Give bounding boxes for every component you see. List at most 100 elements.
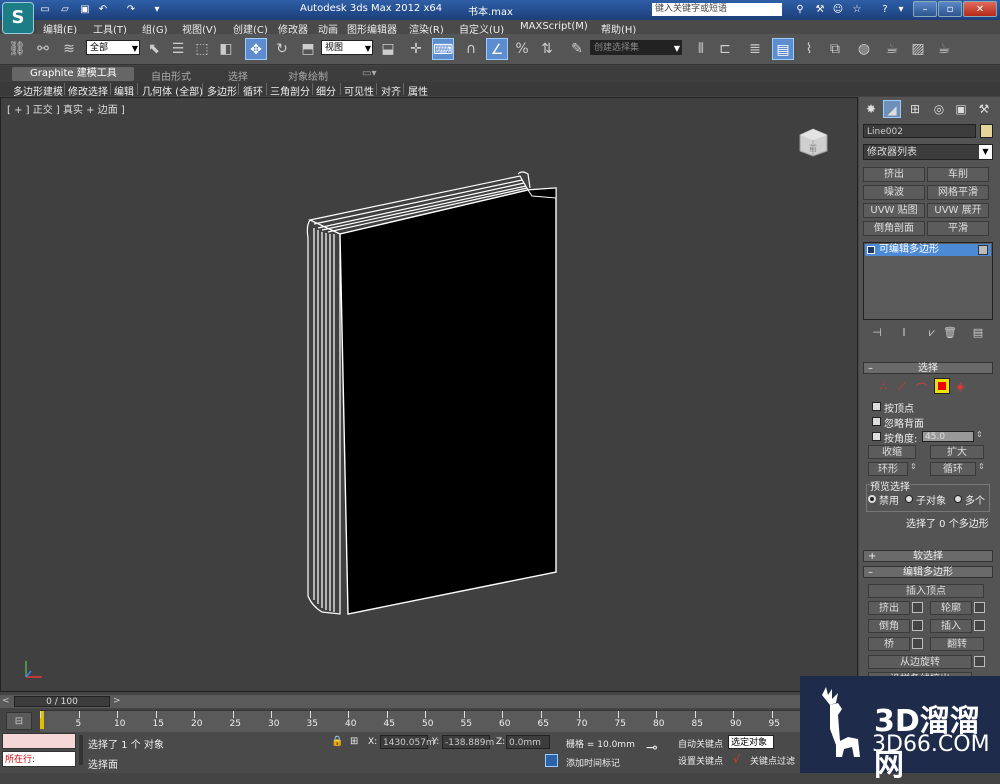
minimize-button[interactable]: – (913, 1, 937, 17)
snaps-toggle-icon[interactable]: ∩ (460, 38, 482, 60)
tab-freeform[interactable]: 自由形式 (151, 68, 191, 83)
ring-button[interactable]: 环形 (868, 462, 908, 476)
vertex-subobject-icon[interactable]: ∴ (880, 380, 887, 393)
preview-multi-radio[interactable] (954, 495, 962, 503)
lathe-modifier-button[interactable]: 车削 (927, 167, 989, 182)
extrude-settings-icon[interactable] (912, 602, 923, 613)
stack-expand-icon[interactable] (867, 246, 875, 254)
rectangle-selection-icon[interactable]: ⬚ (191, 38, 213, 60)
absolute-mode-icon[interactable]: ⊞ (350, 736, 358, 747)
loop-spinner-icon[interactable]: ⇕ (978, 462, 985, 471)
preview-disabled-radio[interactable] (868, 495, 876, 503)
time-slider-thumb[interactable]: 0 / 100 (14, 696, 110, 707)
stack-item-toggle-icon[interactable] (978, 245, 988, 255)
unlink-icon[interactable]: ⚯ (32, 38, 54, 60)
quick-access-dropdown-icon[interactable]: ▾ (150, 3, 164, 16)
show-end-result-icon[interactable]: Ⅰ (896, 326, 912, 340)
select-manipulate-icon[interactable]: ✛ (405, 38, 427, 60)
open-file-icon[interactable]: ▱ (58, 3, 72, 16)
make-unique-icon[interactable]: ⩗ (924, 326, 940, 340)
lock-selection-icon[interactable]: 🔒 (331, 736, 343, 747)
key-filter-icon[interactable]: √ (733, 753, 740, 766)
select-object-icon[interactable]: ⬉ (143, 38, 165, 60)
hinge-settings-icon[interactable] (974, 656, 985, 667)
polygon-subobject-icon[interactable] (934, 378, 950, 394)
key-filters-button[interactable]: 关键点过滤 (750, 754, 795, 767)
y-coordinate-field[interactable]: -138.889m (442, 735, 494, 749)
outline-button[interactable]: 轮廓 (930, 601, 972, 615)
next-frame-icon[interactable]: > (113, 696, 121, 706)
panel-modify-selection[interactable]: 修改选择 (68, 83, 108, 98)
pin-stack-icon[interactable]: ⊣ (869, 326, 885, 340)
link-icon[interactable]: ⛓ (6, 38, 28, 60)
uvw-map-modifier-button[interactable]: UVW 贴图 (863, 203, 925, 218)
ring-spinner-icon[interactable]: ⇕ (910, 462, 917, 471)
panel-loops[interactable]: 循环 (243, 83, 263, 98)
tab-graphite-modeling[interactable]: Graphite 建模工具 (12, 67, 134, 81)
object-color-swatch[interactable] (980, 124, 993, 138)
pivot-center-icon[interactable]: ⬓ (377, 38, 399, 60)
bevel-button[interactable]: 倒角 (868, 619, 910, 633)
inset-settings-icon[interactable] (974, 620, 985, 631)
restore-button[interactable]: ▫ (938, 1, 962, 17)
extrude-button[interactable]: 挤出 (868, 601, 910, 615)
menu-maxscript[interactable]: MAXScript(M) (520, 21, 588, 32)
unwrap-uvw-modifier-button[interactable]: UVW 展开 (927, 203, 989, 218)
flip-button[interactable]: 翻转 (930, 637, 984, 651)
noise-modifier-button[interactable]: 噪波 (863, 185, 925, 200)
ribbon-options-icon[interactable]: ▭▾ (362, 68, 376, 79)
bridge-button[interactable]: 桥 (868, 637, 910, 651)
selection-filter-dropdown[interactable]: 全部 ▼ (86, 40, 140, 55)
select-rotate-icon[interactable]: ↻ (271, 38, 293, 60)
auto-key-button[interactable]: 自动关键点 (678, 737, 723, 750)
hinge-from-edge-button[interactable]: 从边旋转 (868, 655, 972, 669)
object-name-field[interactable]: Line002 (863, 124, 976, 138)
app-logo-icon[interactable]: S (2, 2, 34, 34)
set-key-icon[interactable]: ⊸ (646, 740, 658, 756)
inset-button[interactable]: 插入 (930, 619, 972, 633)
redo-icon[interactable]: ↷ (124, 3, 138, 16)
bevel-profile-modifier-button[interactable]: 倒角剖面 (863, 221, 925, 236)
save-file-icon[interactable]: ▣ (78, 3, 92, 16)
named-selection-dropdown[interactable]: 创建选择集 ▼ (590, 40, 682, 55)
percent-snap-icon[interactable]: % (511, 38, 533, 60)
panel-geometry-all[interactable]: 几何体 (全部) (142, 83, 203, 98)
panel-polygons[interactable]: 多边形 (207, 83, 237, 98)
render-setup-icon[interactable]: ☕ (881, 38, 903, 60)
panel-edit[interactable]: 编辑 (114, 83, 134, 98)
outline-settings-icon[interactable] (974, 602, 985, 613)
edit-polygons-rollout-header[interactable]: – 编辑多边形 (863, 566, 993, 578)
display-tab-icon[interactable]: ▣ (952, 100, 970, 118)
panel-align[interactable]: 对齐 (381, 83, 401, 98)
key-selection-dropdown[interactable]: 选定对象 (728, 735, 774, 749)
maxscript-listener-field[interactable] (2, 733, 76, 749)
modifier-list-dropdown[interactable]: 修改器列表 ▼ (863, 144, 993, 160)
panel-tris[interactable]: 三角剖分 (270, 83, 310, 98)
preview-subobject-radio[interactable] (905, 495, 913, 503)
utilities-tab-icon[interactable]: ⚒ (975, 100, 993, 118)
selection-rollout-header[interactable]: – 选择 (863, 362, 993, 374)
new-file-icon[interactable]: ▭ (38, 3, 52, 16)
schematic-view-icon[interactable]: ⧉ (824, 38, 846, 60)
by-angle-checkbox[interactable] (872, 432, 881, 441)
ignore-backfacing-checkbox[interactable] (872, 417, 881, 426)
extrude-modifier-button[interactable]: 挤出 (863, 167, 925, 182)
reference-coordinate-dropdown[interactable]: 视图 ▼ (321, 40, 373, 55)
maxscript-line-field[interactable]: 所在行: (2, 751, 76, 767)
undo-icon[interactable]: ↶ (96, 3, 110, 16)
spinner-arrows-icon[interactable]: ⇕ (976, 430, 983, 439)
render-production-icon[interactable]: ☕ (933, 38, 955, 60)
search-input[interactable]: 键入关键字或短语 (652, 3, 782, 16)
close-button[interactable]: ✕ (963, 1, 997, 17)
configure-modifier-sets-icon[interactable]: ▤ (970, 326, 986, 340)
viewcube-icon[interactable]: 前 (797, 127, 829, 157)
add-time-tag[interactable]: 添加时间标记 (566, 756, 620, 769)
set-key-button[interactable]: 设置关键点 (678, 754, 723, 767)
panel-polygon-modeling[interactable]: 多边形建模 (13, 83, 63, 98)
tools-icon[interactable]: ⚒ (813, 3, 827, 16)
hierarchy-tab-icon[interactable]: ⊞ (906, 100, 924, 118)
help-icon[interactable]: ? (878, 3, 892, 16)
create-tab-icon[interactable]: ✸ (862, 100, 880, 118)
edge-subobject-icon[interactable]: ⟋ (898, 380, 906, 394)
insert-vertex-button[interactable]: 插入顶点 (868, 584, 984, 598)
